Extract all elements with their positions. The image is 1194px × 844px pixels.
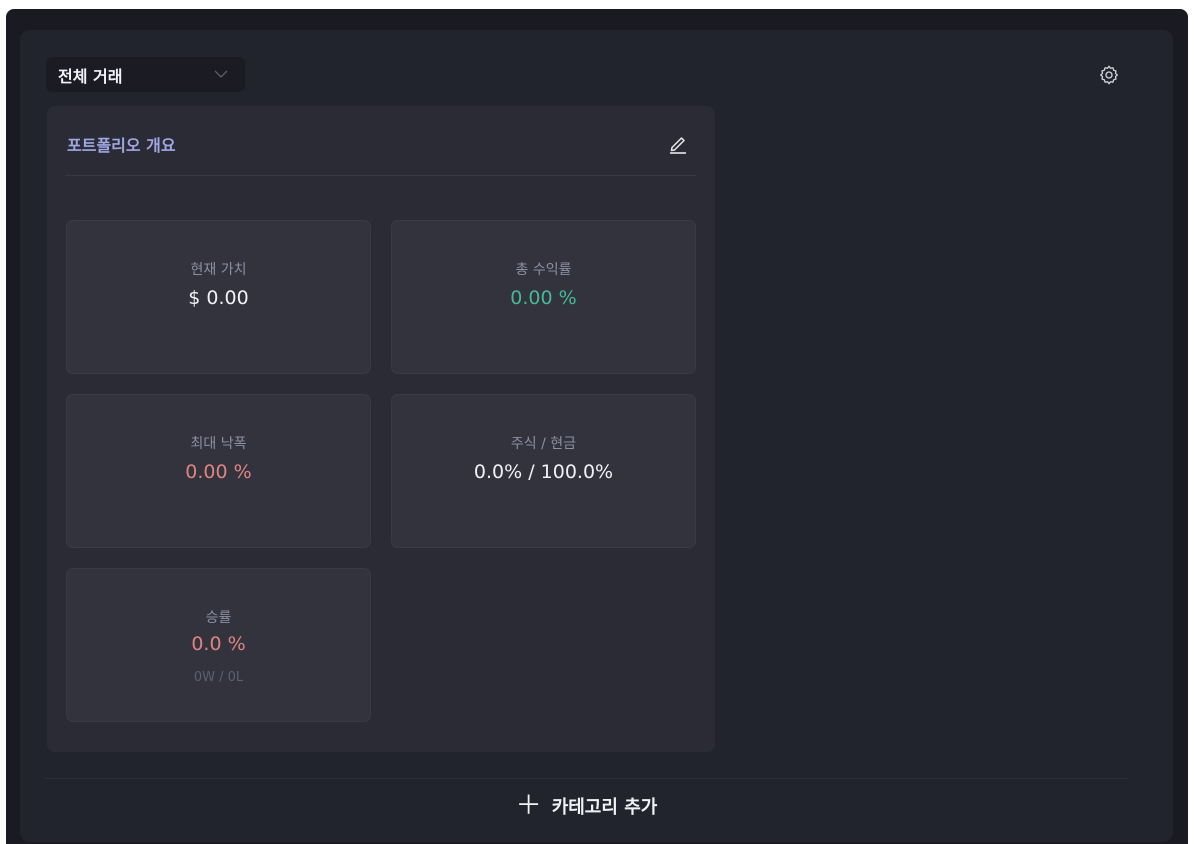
metric-value: 0.0 % — [191, 633, 246, 655]
trade-filter-value: 전체 거래 — [58, 66, 123, 86]
trade-filter-select[interactable]: 전체 거래 — [46, 57, 245, 92]
add-category-label: 카테고리 추가 — [551, 797, 658, 818]
metric-label: 현재 가치 — [190, 262, 247, 278]
gear-icon[interactable] — [1098, 64, 1120, 86]
metric-value: 0.00 % — [185, 461, 252, 483]
card-title: 포트폴리오 개요 — [67, 136, 176, 155]
metric-value: $ 0.00 — [188, 287, 249, 309]
metric-label: 최대 낙폭 — [190, 436, 247, 452]
plus-icon: ＋ — [515, 791, 542, 821]
card-divider — [65, 175, 696, 176]
metric-value: 0.0% / 100.0% — [473, 461, 614, 483]
metric-tile-max-drawdown: 최대 낙폭 0.00 % — [66, 394, 371, 548]
metric-tile-win-rate: 승률 0.0 % 0W / 0L — [66, 568, 371, 722]
metric-label: 주식 / 현금 — [510, 436, 577, 452]
add-category-button[interactable]: ＋ 카테고리 추가 — [44, 778, 1129, 833]
chevron-down-icon — [214, 70, 228, 78]
pencil-icon[interactable] — [667, 132, 689, 156]
metric-tile-stock-cash: 주식 / 현금 0.0% / 100.0% — [391, 394, 696, 548]
metric-label: 총 수익률 — [515, 262, 572, 278]
metric-sub: 0W / 0L — [193, 670, 244, 685]
metric-tile-total-return: 총 수익률 0.00 % — [391, 220, 696, 374]
metric-value: 0.00 % — [510, 287, 577, 309]
metric-tile-current-value: 현재 가치 $ 0.00 — [66, 220, 371, 374]
metric-label: 승률 — [205, 610, 232, 626]
